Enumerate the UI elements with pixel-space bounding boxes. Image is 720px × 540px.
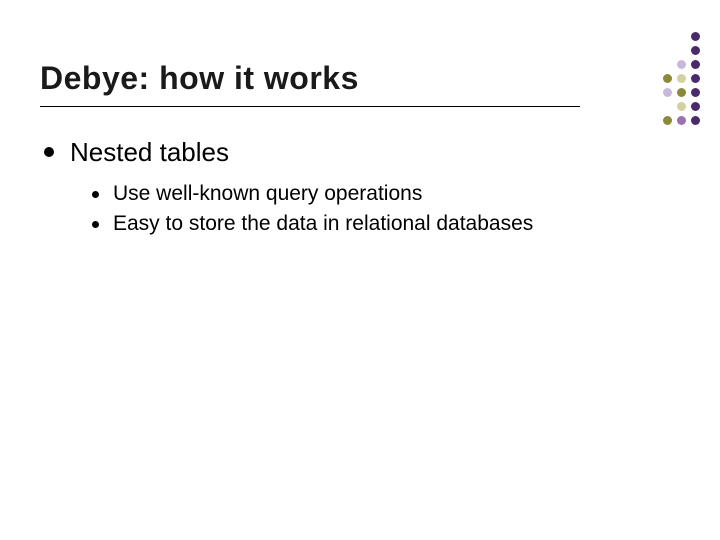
title-block: Debye: how it works <box>40 60 680 107</box>
bullet-level2: Use well-known query operations <box>92 182 680 206</box>
title-underline <box>40 106 580 107</box>
bullet-text: Easy to store the data in relational dat… <box>113 212 533 236</box>
bullet-level2: Easy to store the data in relational dat… <box>92 212 680 236</box>
slide-title: Debye: how it works <box>40 60 680 97</box>
dot-icon <box>691 60 700 69</box>
bullet-level1: Nested tables <box>44 137 680 168</box>
bullet-icon <box>44 147 54 157</box>
dot-icon <box>691 102 700 111</box>
dot-icon <box>677 116 686 125</box>
bullet-text: Use well-known query operations <box>113 182 422 206</box>
bullet-text: Nested tables <box>70 137 229 168</box>
dot-icon <box>691 116 700 125</box>
dot-icon <box>691 88 700 97</box>
dot-icon <box>663 116 672 125</box>
slide-body: Nested tables Use well-known query opera… <box>40 137 680 236</box>
bullet-icon <box>92 221 99 228</box>
dot-icon <box>691 32 700 41</box>
dot-icon <box>691 74 700 83</box>
dot-icon <box>691 46 700 55</box>
slide: Debye: how it works Nested tables Use we… <box>0 0 720 540</box>
bullet-icon <box>92 191 99 198</box>
